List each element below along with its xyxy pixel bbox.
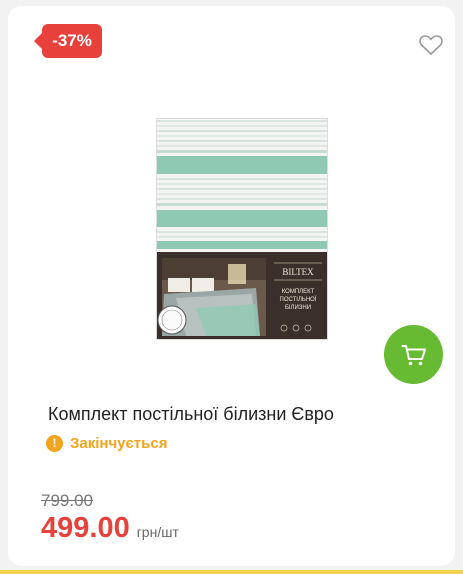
stock-status: ! Закінчується: [46, 432, 167, 454]
product-image[interactable]: BILTEX КОМПЛЕКТ ПОСТІЛЬНОЇ БІЛИЗНИ: [156, 118, 328, 340]
add-to-cart-button[interactable]: [384, 325, 443, 384]
exclamation-icon: !: [46, 434, 63, 452]
package-line-3: БІЛИЗНИ: [285, 305, 311, 311]
product-title[interactable]: Комплект постільної білизни Євро: [48, 402, 448, 426]
package-line-1: КОМПЛЕКТ: [282, 289, 315, 295]
cart-icon: [401, 344, 426, 365]
discount-badge: -37%: [34, 24, 102, 58]
favorite-button[interactable]: [418, 33, 444, 57]
bottom-border: [0, 570, 463, 574]
old-price: 799.00: [41, 491, 93, 510]
heart-icon: [419, 35, 443, 55]
package-brand: BILTEX: [282, 267, 314, 277]
price-unit: грн/шт: [136, 524, 179, 540]
current-price: 499.00: [41, 512, 130, 544]
product-card[interactable]: -37% BILTEX КОМПЛЕКТ ПОСТІЛЬНОЇ БІЛИЗНИ …: [8, 6, 455, 566]
price-row: 499.00 грн/шт: [41, 512, 179, 545]
stock-status-text: Закінчується: [70, 434, 168, 452]
package-line-2: ПОСТІЛЬНОЇ: [280, 296, 317, 303]
